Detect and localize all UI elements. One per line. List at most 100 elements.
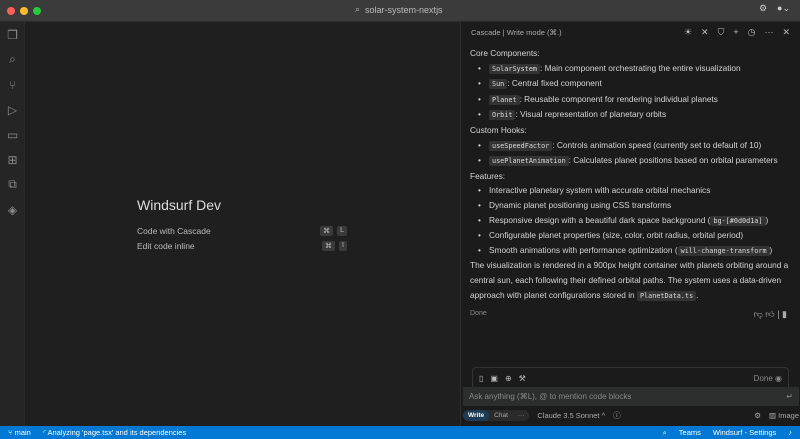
list-item: Dynamic planet positioning using CSS tra… bbox=[478, 198, 791, 213]
key: ⌘ bbox=[322, 241, 335, 251]
search-icon[interactable]: ⌕ bbox=[0, 47, 25, 72]
more-icon[interactable]: ··· bbox=[764, 27, 773, 38]
code[interactable]: Orbit bbox=[489, 110, 515, 120]
input-placeholder: Ask anything (⌘L), @ to mention code blo… bbox=[469, 392, 631, 401]
done-label: Done bbox=[470, 307, 487, 322]
code-with-cascade-row[interactable]: Code with Cascade ⌘ L bbox=[137, 223, 347, 238]
summary-paragraph: The visualization is rendered in a 900px… bbox=[470, 258, 791, 303]
code[interactable]: usePlanetAnimation bbox=[489, 156, 569, 166]
branch[interactable]: ⑂ main bbox=[8, 428, 31, 437]
chat-mode[interactable]: Chat bbox=[489, 410, 513, 421]
windsurf-icon[interactable]: ◈ bbox=[0, 197, 25, 222]
list-item: Interactive planetary system with accura… bbox=[478, 183, 791, 198]
windsurf-settings-button[interactable]: Windsurf - Settings bbox=[713, 428, 776, 437]
deploy-icon[interactable]: ⧉ bbox=[0, 172, 25, 197]
extensions-icon[interactable]: ⊞ bbox=[0, 147, 25, 172]
explorer-icon[interactable]: ❐ bbox=[0, 22, 25, 47]
image-button[interactable]: ▨ Image bbox=[769, 411, 799, 420]
globe-icon[interactable]: ⊕ bbox=[505, 374, 512, 383]
editor-area: Windsurf Dev Code with Cascade⌘L Edit co… bbox=[25, 22, 460, 426]
image-label: Image bbox=[778, 411, 799, 420]
welcome-title: Windsurf Dev bbox=[137, 197, 347, 213]
text: Responsive design with a beautiful dark … bbox=[489, 215, 710, 225]
more-icon[interactable]: ··· bbox=[513, 410, 530, 421]
maximize-button[interactable] bbox=[33, 7, 41, 15]
key: I bbox=[339, 241, 347, 251]
remote-explorer-icon[interactable]: ▭ bbox=[0, 122, 25, 147]
settings-icon[interactable]: ⚙ bbox=[759, 3, 767, 14]
code[interactable]: Sun bbox=[489, 79, 507, 89]
text: : Main component orchestrating the entir… bbox=[540, 63, 741, 73]
title-bar: ⌕solar-system-nextjs ⚙ ●⌄ bbox=[0, 0, 800, 22]
tools-icon[interactable]: ⚒ bbox=[519, 374, 526, 383]
code[interactable]: SolarSystem bbox=[489, 64, 540, 74]
file-icon[interactable]: ▯ bbox=[479, 374, 483, 383]
model-selector[interactable]: Claude 3.5 Sonnet ^ bbox=[537, 411, 605, 420]
analyzing-status: ◜ Analyzing 'page.tsx' and its dependenc… bbox=[43, 428, 186, 437]
edit-inline-row[interactable]: Edit code inline ⌘ I bbox=[137, 238, 347, 253]
list-item: Responsive design with a beautiful dark … bbox=[478, 213, 791, 229]
plus-icon[interactable]: + bbox=[733, 27, 738, 38]
list-item: SolarSystem: Main component orchestratin… bbox=[478, 61, 791, 77]
cascade-panel: Cascade | Write mode (⌘.) ☀ ✕ ⛉ + ◷ ··· ✕ Core… bbox=[460, 22, 800, 426]
welcome-panel: Windsurf Dev Code with Cascade⌘L Edit co… bbox=[137, 197, 347, 253]
heading: Features: bbox=[470, 169, 791, 184]
ask-input[interactable]: Ask anything (⌘L), @ to mention code blo… bbox=[463, 387, 799, 406]
text: The visualization is rendered in a 900px… bbox=[470, 260, 788, 299]
shield-icon[interactable]: ⛉ bbox=[718, 27, 725, 38]
thumbs-down-icon[interactable]: 👎︎ bbox=[754, 309, 763, 319]
analyzing-label: Analyzing 'page.tsx' and its dependencie… bbox=[47, 428, 186, 437]
text: Smooth animations with performance optim… bbox=[489, 245, 678, 255]
window-controls bbox=[7, 7, 41, 15]
write-mode[interactable]: Write bbox=[463, 410, 489, 421]
code[interactable]: Planet bbox=[489, 95, 520, 105]
heading: Custom Hooks: bbox=[470, 123, 791, 138]
key: L bbox=[337, 226, 347, 236]
history-icon[interactable]: ◷ bbox=[748, 27, 756, 38]
list-item: Orbit: Visual representation of planetar… bbox=[478, 107, 791, 123]
close-button[interactable] bbox=[7, 7, 15, 15]
list-item: useSpeedFactor: Controls animation speed… bbox=[478, 138, 791, 154]
thumbs-up-icon[interactable]: 👍︎ bbox=[765, 309, 774, 319]
list-item: Smooth animations with performance optim… bbox=[478, 243, 791, 259]
activity-bar: ❐ ⌕ ⑂ ▷ ▭ ⊞ ⧉ ◈ bbox=[0, 22, 25, 426]
list-item: Sun: Central fixed component bbox=[478, 76, 791, 92]
help-icon[interactable]: ⓘ bbox=[613, 410, 621, 421]
minimize-button[interactable] bbox=[20, 7, 28, 15]
zoom-icon[interactable]: ⌕ bbox=[663, 428, 667, 438]
list-item: Configurable planet properties (size, co… bbox=[478, 228, 791, 243]
key: ⌘ bbox=[320, 226, 333, 236]
panel-title: Cascade | Write mode (⌘.) bbox=[471, 28, 562, 37]
status-bar: ⑂ main ◜ Analyzing 'page.tsx' and its dep… bbox=[0, 426, 800, 439]
code[interactable]: PlanetData.ts bbox=[637, 291, 696, 301]
teams-button[interactable]: Teams bbox=[679, 428, 701, 437]
text: : Calculates planet positions based on o… bbox=[569, 155, 778, 165]
code[interactable]: will-change-transform bbox=[678, 246, 770, 256]
context-bar: ▯▣⊕⚒ Done ◉ bbox=[472, 367, 789, 389]
heading: Core Components: bbox=[470, 46, 791, 61]
terminal-icon[interactable]: ▣ bbox=[490, 374, 498, 383]
text: Dynamic planet positioning using CSS tra… bbox=[489, 200, 671, 210]
mode-toggle[interactable]: WriteChat··· bbox=[463, 410, 529, 421]
notifications-icon[interactable]: ♪ bbox=[788, 428, 792, 437]
row-label: Edit code inline bbox=[137, 241, 195, 251]
text: : Visual representation of planetary orb… bbox=[515, 109, 666, 119]
avatar[interactable]: ●⌄ bbox=[777, 3, 790, 14]
row-label: Code with Cascade bbox=[137, 226, 211, 236]
stats-icon[interactable]: ▮ bbox=[782, 309, 787, 319]
enter-icon[interactable]: ↵ bbox=[786, 392, 793, 401]
text: : Reusable component for rendering indiv… bbox=[520, 94, 718, 104]
bug-icon[interactable]: ☀ bbox=[684, 27, 692, 38]
search-icon: ⌕ bbox=[355, 4, 360, 15]
branch-label: main bbox=[15, 428, 31, 437]
command-center[interactable]: ⌕solar-system-nextjs bbox=[355, 4, 443, 15]
chat-message: Core Components: SolarSystem: Main compo… bbox=[461, 42, 800, 326]
settings-icon[interactable]: ⚙ bbox=[754, 411, 761, 420]
code[interactable]: bg-[#0d0d1a] bbox=[710, 216, 765, 226]
text: : Controls animation speed (currently se… bbox=[552, 140, 761, 150]
close-icon[interactable]: ✕ bbox=[782, 27, 790, 38]
run-debug-icon[interactable]: ▷ bbox=[0, 97, 25, 122]
code[interactable]: useSpeedFactor bbox=[489, 141, 552, 151]
source-control-icon[interactable]: ⑂ bbox=[0, 72, 25, 97]
tools-icon[interactable]: ✕ bbox=[701, 27, 709, 38]
